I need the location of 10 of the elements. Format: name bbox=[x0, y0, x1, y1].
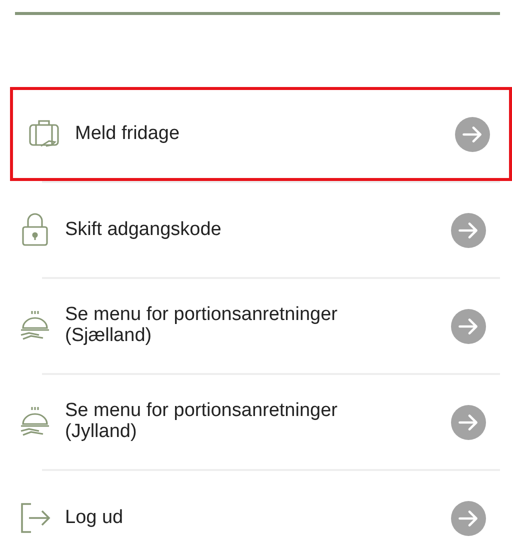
menu-item[interactable]: Log ud bbox=[0, 471, 502, 559]
menu-label: Skift adgangskode bbox=[65, 220, 222, 240]
menu-label: Log ud bbox=[65, 508, 124, 528]
menu-item[interactable]: Skift adgangskode bbox=[0, 183, 502, 277]
menu-item[interactable]: Meld fridage bbox=[10, 87, 512, 181]
menu-label: Se menu for portionsanretninger (Sjælland) bbox=[65, 305, 338, 347]
menu-label: Se menu for portionsanretninger (Jylland) bbox=[65, 401, 338, 443]
menu-item[interactable]: Se menu for portionsanretninger (Jylland) bbox=[0, 375, 502, 469]
menu-item[interactable]: Se menu for portionsanretninger (Sjælland) bbox=[0, 279, 502, 373]
menu-label: Meld fridage bbox=[75, 124, 181, 144]
